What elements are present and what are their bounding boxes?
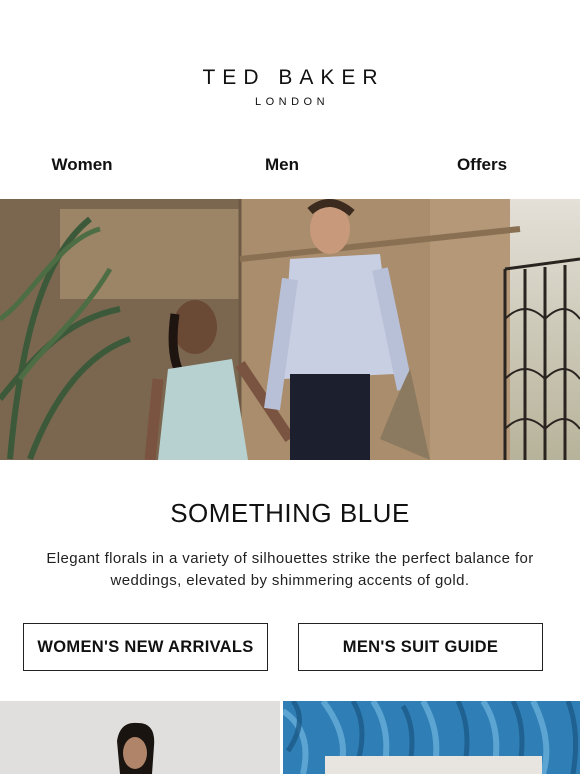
mens-suit-guide-button[interactable]: MEN'S SUIT GUIDE xyxy=(298,623,543,671)
brand-logo[interactable]: TED BAKER LONDON xyxy=(0,66,580,108)
nav-women[interactable]: Women xyxy=(51,155,112,175)
fabric-tile-image xyxy=(283,701,580,774)
brand-name: TED BAKER xyxy=(202,66,385,89)
brand-sub: LONDON xyxy=(254,96,330,108)
section-body: Elegant florals in a variety of silhouet… xyxy=(46,550,534,589)
main-nav: Women Men Offers xyxy=(0,155,580,177)
nav-men[interactable]: Men xyxy=(265,155,299,175)
womens-tile-image xyxy=(0,701,280,774)
section-headline: SOMETHING BLUE xyxy=(170,498,410,528)
womens-product-tile[interactable] xyxy=(0,701,280,774)
fabric-tile[interactable] xyxy=(283,701,580,774)
nav-offers[interactable]: Offers xyxy=(457,155,507,175)
womens-new-arrivals-button[interactable]: WOMEN'S NEW ARRIVALS xyxy=(23,623,268,671)
hero-image[interactable] xyxy=(0,199,580,460)
hero-illustration xyxy=(0,199,580,460)
